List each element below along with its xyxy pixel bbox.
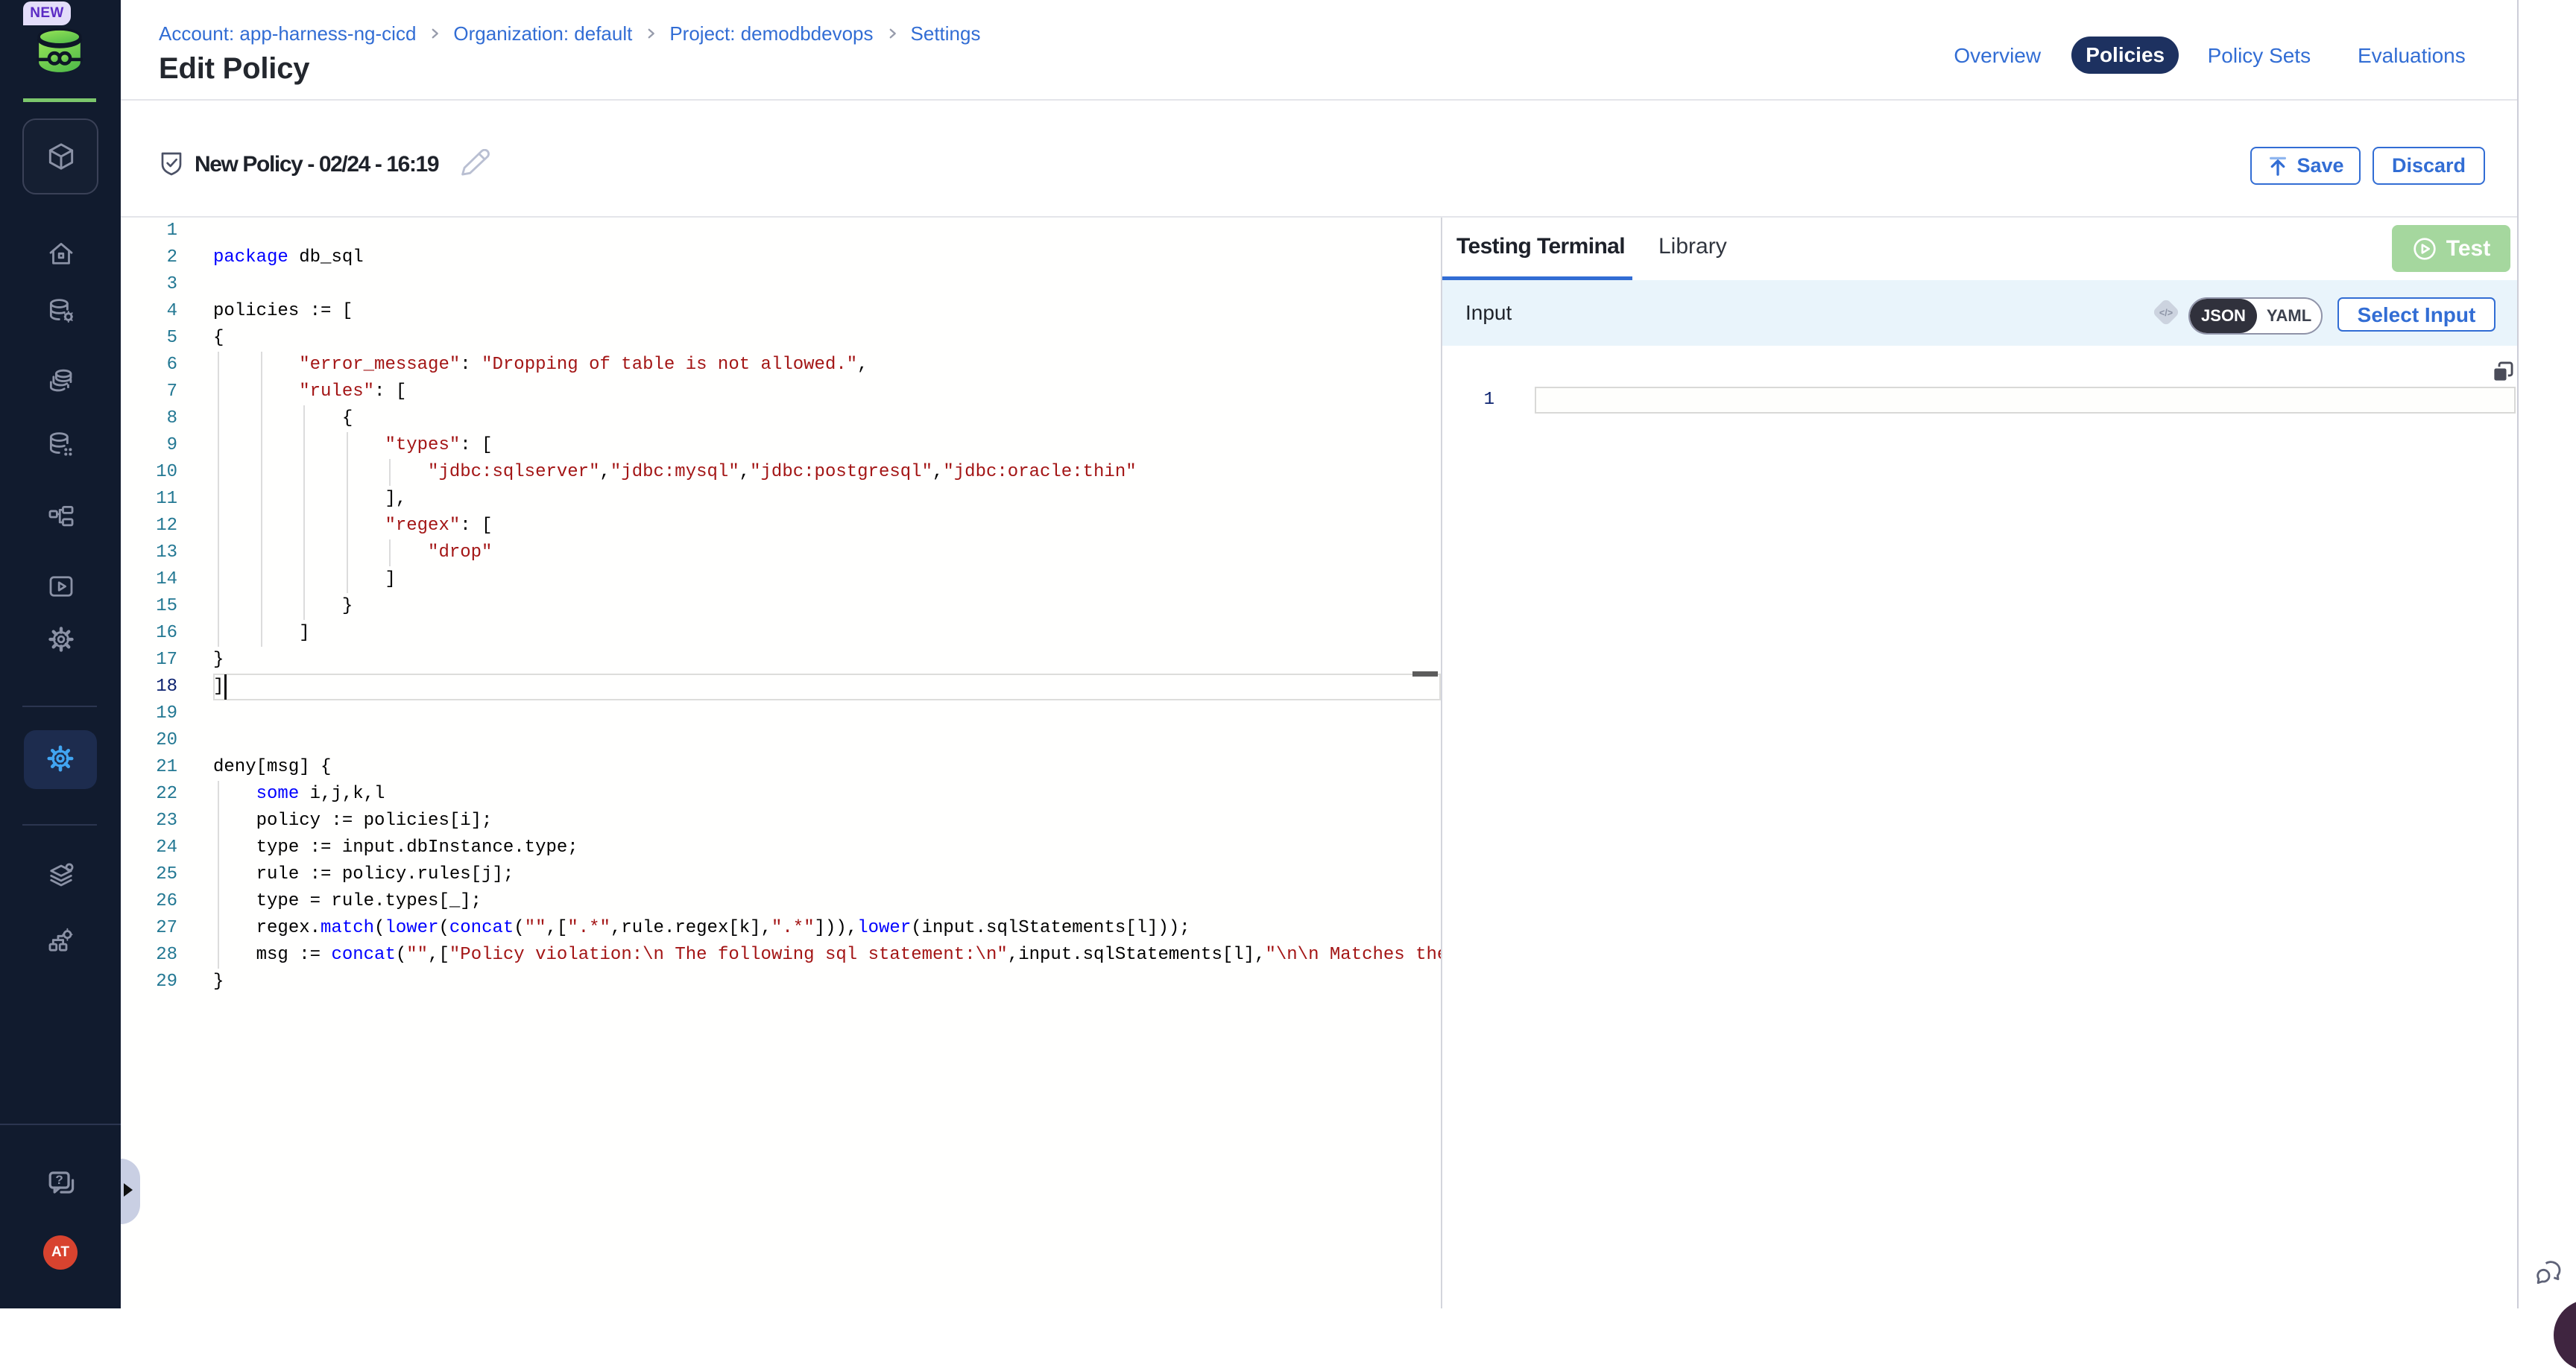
svg-text:?: ?: [55, 1173, 63, 1187]
svg-text:</>: </>: [2159, 308, 2173, 318]
